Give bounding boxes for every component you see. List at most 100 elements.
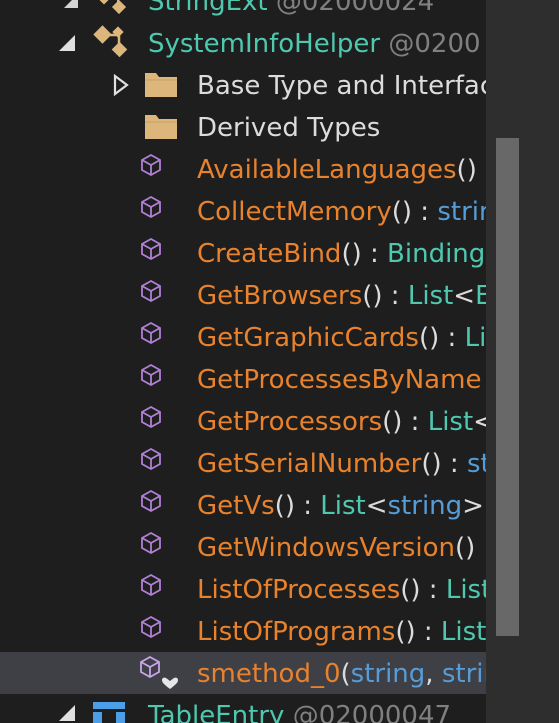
class-icon [95, 0, 130, 22]
folder-icon [144, 70, 178, 105]
param-list: () [418, 323, 440, 353]
tree-node-stringext[interactable]: StringExt @02000024 [0, 0, 486, 22]
tree-node-method[interactable]: AvailableLanguages() : [0, 148, 486, 190]
tree-node-method[interactable]: GetSerialNumber() : st [0, 442, 486, 484]
triangle-expanded-icon[interactable] [56, 32, 78, 54]
member-name: GetProcessors [197, 407, 383, 437]
member-name: CollectMemory [197, 197, 392, 227]
metadata-token: @0200 [388, 29, 481, 59]
return-separator: : [402, 407, 428, 437]
member-name: ListOfProcesses [197, 575, 401, 605]
triangle-collapsed-icon[interactable] [110, 74, 132, 96]
folder-icon [144, 112, 178, 147]
param-list: () [395, 617, 416, 647]
return-separator: : [294, 491, 321, 521]
tree-node-method[interactable]: GetVs() : List<string> [0, 484, 486, 526]
method-cube-icon [138, 614, 166, 649]
tree-node-method[interactable]: CollectMemory() : strin [0, 190, 486, 232]
return-type: List [427, 407, 474, 437]
tree-node-method[interactable]: GetGraphicCards() : Lis [0, 316, 486, 358]
comma: , [425, 659, 442, 689]
tree-node-tableentry[interactable]: TableEntry @02000047 [0, 694, 486, 723]
param-list: () [391, 197, 413, 227]
assembly-tree[interactable]: StringExt @02000024 SystemInfoHelper @02… [0, 0, 486, 723]
internal-method-icon [138, 654, 178, 694]
param-list: () [455, 533, 476, 563]
generic-arg: Er [475, 281, 486, 311]
return-type: st [466, 449, 486, 479]
node-label: Derived Types [197, 113, 381, 143]
tree-node-method[interactable]: ListOfPrograms() : List [0, 610, 486, 652]
return-type: List [320, 491, 366, 521]
member-name: smethod_0 [197, 659, 341, 689]
generic-arg: string [387, 491, 463, 521]
param-type: strin [441, 659, 486, 689]
method-cube-icon [138, 404, 166, 439]
return-separator: : [441, 449, 467, 479]
scrollbar-thumb[interactable] [496, 138, 519, 636]
generic-close: > [462, 491, 484, 521]
member-name: ListOfPrograms [197, 617, 396, 647]
return-type: Binding [387, 239, 486, 269]
method-cube-icon [138, 278, 166, 313]
return-type: strin [437, 197, 486, 227]
param-type: string [350, 659, 426, 689]
member-name: GetSerialNumber [197, 449, 422, 479]
param-list: () [341, 239, 362, 269]
method-cube-icon [138, 530, 166, 565]
param-list: () [400, 575, 421, 605]
member-name: AvailableLanguages [197, 155, 457, 185]
method-cube-icon [138, 488, 166, 523]
tree-node-method[interactable]: GetBrowsers() : List<Er [0, 274, 486, 316]
method-cube-icon [138, 362, 166, 397]
return-separator: : [415, 617, 441, 647]
member-name: GetVs [197, 491, 275, 521]
node-label: StringExt [148, 0, 268, 17]
tree-node-derived-types[interactable]: Derived Types [0, 106, 486, 148]
node-label: Base Type and Interfac [197, 71, 486, 101]
generic-open: < [453, 281, 476, 311]
tree-node-smethod-0[interactable]: smethod_0(string, strin [0, 652, 486, 694]
metadata-token: @02000024 [275, 0, 435, 17]
return-separator: : [382, 281, 408, 311]
table-icon [92, 700, 126, 723]
tree-node-base-types[interactable]: Base Type and Interfac [0, 64, 486, 106]
return-type: List [445, 575, 486, 605]
param-list: () [456, 155, 477, 185]
tree-node-method[interactable]: CreateBind() : Binding [0, 232, 486, 274]
method-cube-icon [138, 236, 166, 271]
method-cube-icon [138, 194, 166, 229]
generic-open: < [365, 491, 388, 521]
node-label: TableEntry [148, 701, 285, 723]
triangle-expanded-icon[interactable] [56, 702, 78, 723]
param-list: () [421, 449, 442, 479]
member-name: GetProcessesByName [197, 365, 482, 395]
method-cube-icon [138, 446, 166, 481]
generic-open: < [473, 407, 486, 437]
return-separator: : [439, 323, 465, 353]
member-name: GetWindowsVersion [197, 533, 456, 563]
return-type: List [407, 281, 454, 311]
member-name: CreateBind [197, 239, 342, 269]
open-paren: ( [340, 659, 351, 689]
metadata-token: @02000047 [292, 701, 452, 723]
node-label: SystemInfoHelper [148, 29, 381, 59]
tree-node-method[interactable]: GetProcessors() : List< [0, 400, 486, 442]
param-list: () [362, 281, 383, 311]
tree-node-systeminfohelper[interactable]: SystemInfoHelper @0200 [0, 22, 486, 64]
class-icon [92, 24, 132, 64]
member-name: GetGraphicCards [197, 323, 419, 353]
tree-node-method[interactable]: ListOfProcesses() : List [0, 568, 486, 610]
return-separator: : [361, 239, 388, 269]
param-list: () [382, 407, 403, 437]
return-separator: : [412, 197, 438, 227]
return-type: Lis [464, 323, 486, 353]
return-separator: : [477, 155, 486, 185]
tree-node-method[interactable]: GetProcessesByName [0, 358, 486, 400]
triangle-expanded-icon[interactable] [60, 0, 82, 12]
param-list: () [274, 491, 295, 521]
member-name: GetBrowsers [197, 281, 363, 311]
return-separator: : [420, 575, 446, 605]
tree-node-method[interactable]: GetWindowsVersion() [0, 526, 486, 568]
method-cube-icon [138, 320, 166, 355]
